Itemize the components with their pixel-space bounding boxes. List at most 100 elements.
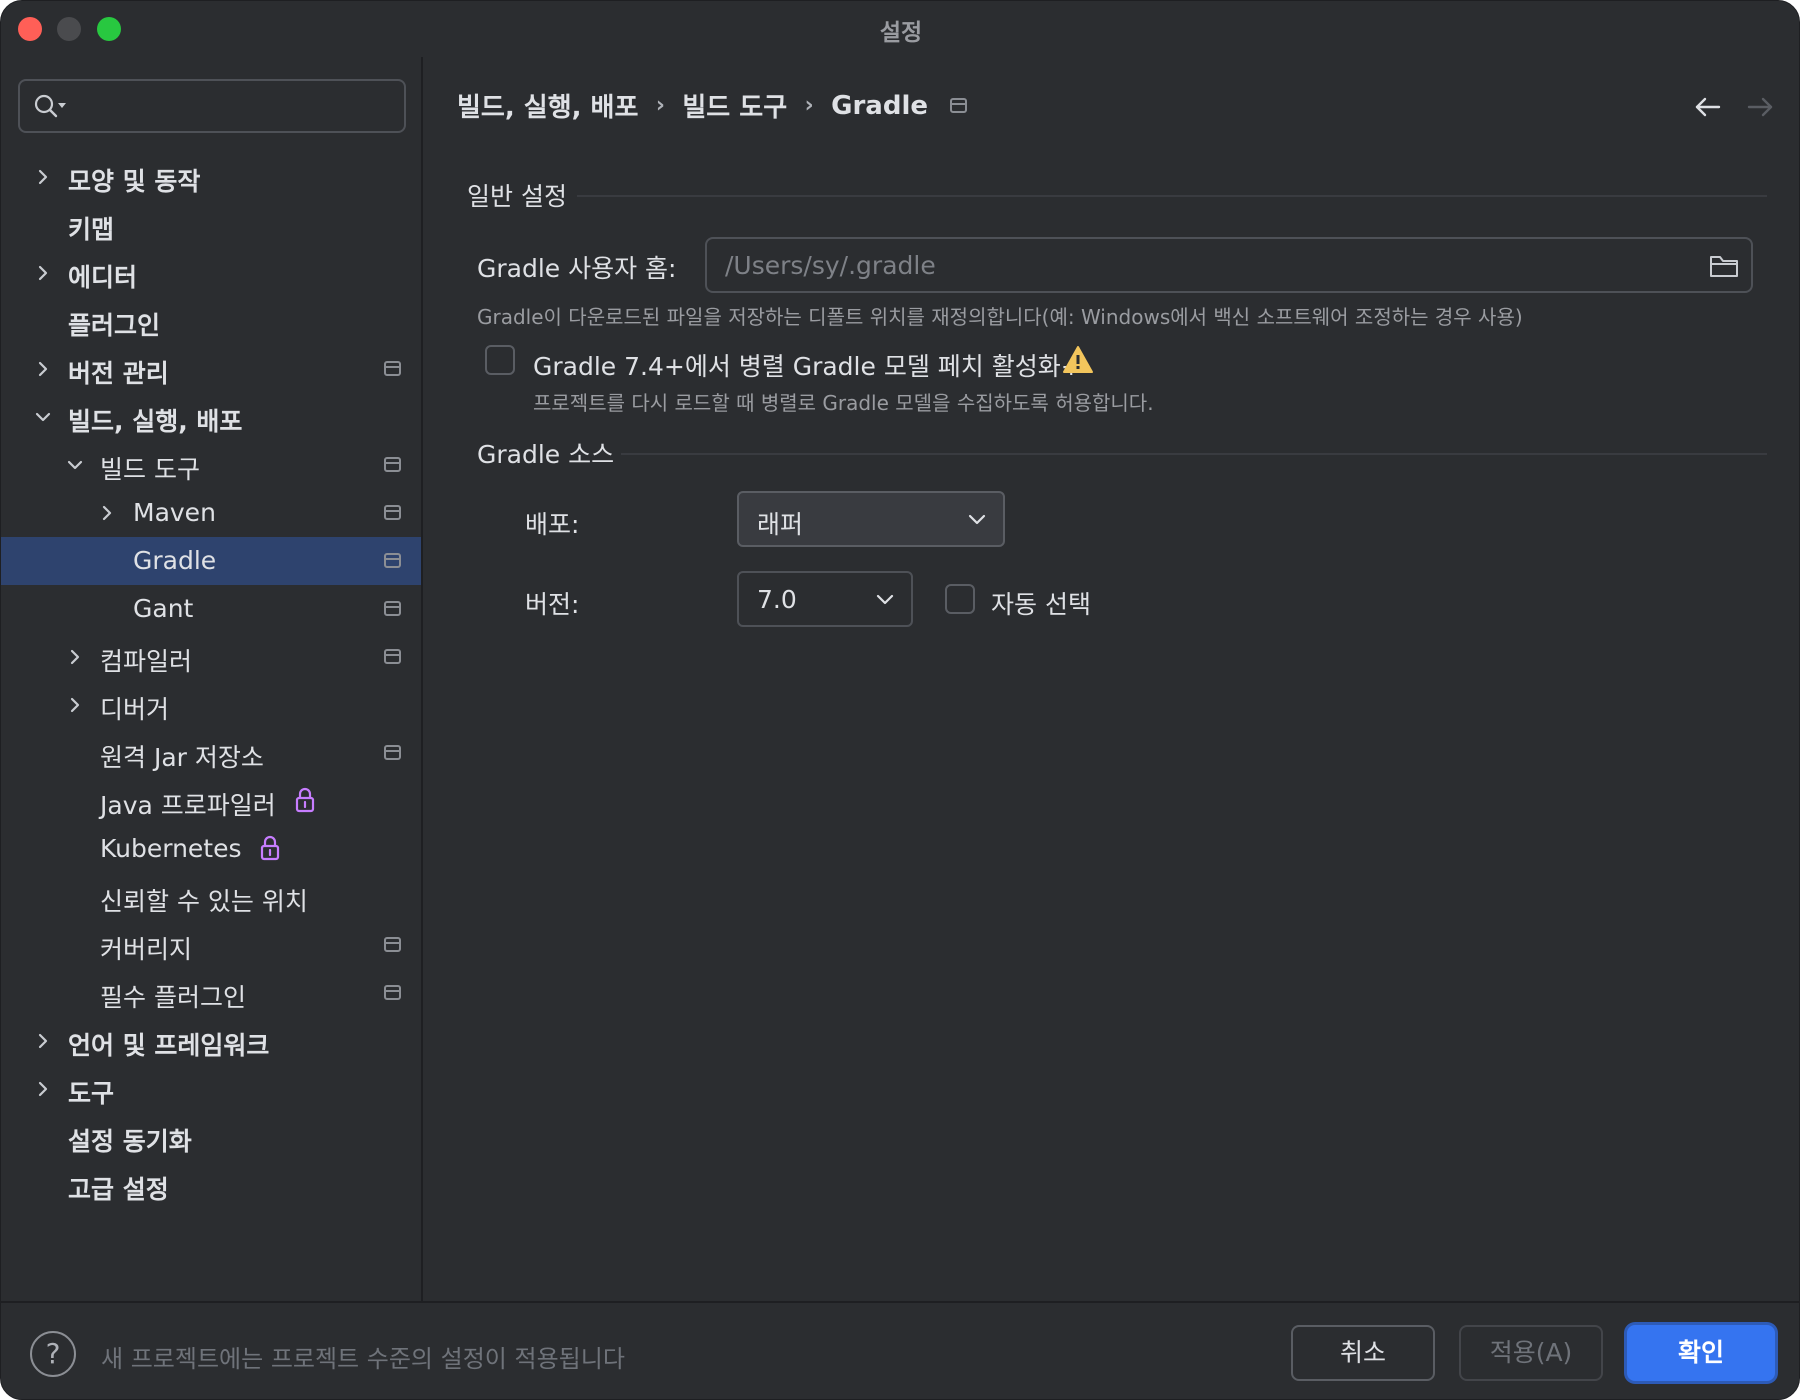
sidebar-item-label: Gradle xyxy=(133,546,217,575)
project-level-icon xyxy=(384,745,401,760)
project-level-icon xyxy=(950,98,967,113)
breadcrumb-item[interactable]: 빌드 도구 xyxy=(682,87,787,124)
gradle-user-home-label: Gradle 사용자 홈: xyxy=(477,254,677,283)
ok-button[interactable]: 확인 xyxy=(1627,1325,1775,1381)
chevron-right-icon[interactable] xyxy=(33,263,53,283)
sidebar-item[interactable]: 디버거 xyxy=(1,681,421,729)
sidebar-item-label: 모양 및 동작 xyxy=(68,167,201,196)
project-level-icon xyxy=(384,361,401,376)
title-bar: 설정 xyxy=(1,1,1799,57)
apply-button[interactable]: 적용(A) xyxy=(1459,1325,1603,1381)
sidebar-item-label: 빌드, 실행, 배포 xyxy=(68,407,243,436)
chevron-right-icon[interactable] xyxy=(97,503,117,523)
chevron-right-icon[interactable] xyxy=(33,167,53,187)
distribution-label: 배포: xyxy=(525,510,580,539)
lock-icon xyxy=(260,835,280,861)
sidebar-item[interactable]: 빌드, 실행, 배포 xyxy=(1,393,421,441)
general-section-title: 일반 설정 xyxy=(467,182,567,211)
sidebar-item-label: 신뢰할 수 있는 위치 xyxy=(100,887,308,916)
chevron-right-icon[interactable] xyxy=(33,1031,53,1051)
lock-icon xyxy=(295,787,315,813)
sidebar-item[interactable]: 원격 Jar 저장소 xyxy=(1,729,421,777)
chevron-down-icon[interactable] xyxy=(33,407,53,427)
sidebar-item-label: Java 프로파일러 xyxy=(100,791,276,820)
version-label: 버전: xyxy=(525,590,580,619)
footer-info-text: 새 프로젝트에는 프로젝트 수준의 설정이 적용됩니다 xyxy=(101,1345,625,1373)
sidebar-item-label: 고급 설정 xyxy=(68,1175,169,1204)
distribution-value: 래퍼 xyxy=(757,510,804,539)
sidebar-item-label: 디버거 xyxy=(100,695,170,724)
project-level-icon xyxy=(384,457,401,472)
settings-content: 빌드, 실행, 배포 › 빌드 도구 › Gradle 일반 설정 Gradle 사용자… xyxy=(425,57,1799,1301)
settings-sidebar: 모양 및 동작키맵에디터플러그인버전 관리빌드, 실행, 배포빌드 도구 Mave… xyxy=(1,57,423,1301)
parallel-model-fetch-hint: 프로젝트를 다시 로드할 때 병렬로 Gradle 모델을 수집하도록 허용합니… xyxy=(533,391,1154,415)
sidebar-item-label: 설정 동기화 xyxy=(68,1127,192,1156)
sidebar-item[interactable]: 빌드 도구 xyxy=(1,441,421,489)
cancel-button[interactable]: 취소 xyxy=(1291,1325,1435,1381)
sidebar-item[interactable]: 컴파일러 xyxy=(1,633,421,681)
auto-select-checkbox[interactable] xyxy=(945,584,975,614)
gradle-source-section-title: Gradle 소스 xyxy=(477,440,615,469)
version-dropdown[interactable]: 7.0 xyxy=(737,571,913,627)
gradle-user-home-value: /Users/sy/.gradle xyxy=(725,251,936,280)
sidebar-item-label: 필수 플러그인 xyxy=(100,983,246,1012)
sidebar-item-label: 플러그인 xyxy=(68,311,161,340)
version-value: 7.0 xyxy=(757,585,797,614)
sidebar-item[interactable]: 언어 및 프레임워크 xyxy=(1,1017,421,1065)
sidebar-item[interactable]: 모양 및 동작 xyxy=(1,153,421,201)
sidebar-item[interactable]: 필수 플러그인 xyxy=(1,969,421,1017)
project-level-icon xyxy=(384,649,401,664)
sidebar-item[interactable]: 에디터 xyxy=(1,249,421,297)
sidebar-item[interactable]: 신뢰할 수 있는 위치 xyxy=(1,873,421,921)
sidebar-item[interactable]: Gradle xyxy=(1,537,421,585)
sidebar-item-label: 키맵 xyxy=(68,215,115,244)
chevron-down-icon[interactable] xyxy=(65,455,85,475)
sidebar-item[interactable]: Java 프로파일러 xyxy=(1,777,421,825)
parallel-model-fetch-checkbox[interactable] xyxy=(485,345,515,375)
parallel-model-fetch-label[interactable]: Gradle 7.4+에서 병렬 Gradle 모델 페치 활성화+ xyxy=(533,347,1082,383)
dialog-footer: ? 새 프로젝트에는 프로젝트 수준의 설정이 적용됩니다 취소 적용(A) 확… xyxy=(1,1301,1799,1399)
sidebar-item-label: 컴파일러 xyxy=(100,647,193,676)
chevron-right-icon[interactable] xyxy=(65,647,85,667)
breadcrumb-item[interactable]: 빌드, 실행, 배포 xyxy=(457,87,638,124)
breadcrumb: 빌드, 실행, 배포 › 빌드 도구 › Gradle xyxy=(457,87,967,127)
window-title: 설정 xyxy=(879,20,923,46)
sidebar-item[interactable]: Gant xyxy=(1,585,421,633)
sidebar-item[interactable]: 플러그인 xyxy=(1,297,421,345)
chevron-right-icon[interactable] xyxy=(33,359,53,379)
sidebar-item-label: Maven xyxy=(133,498,216,527)
sidebar-item[interactable]: 커버리지 xyxy=(1,921,421,969)
sidebar-item[interactable]: 버전 관리 xyxy=(1,345,421,393)
help-button[interactable]: ? xyxy=(30,1331,76,1377)
distribution-dropdown[interactable]: 래퍼 xyxy=(737,491,1005,547)
settings-window: 설정 모양 및 동작 키맵 에디터 플러그인 버전 관리 빌드, 실행, 배포 빌드 도구 M… xyxy=(0,0,1800,1400)
sidebar-item[interactable]: 설정 동기화 xyxy=(1,1113,421,1161)
sidebar-item-label: 언어 및 프레임워크 xyxy=(68,1031,270,1060)
chevron-right-icon[interactable] xyxy=(65,695,85,715)
project-level-icon xyxy=(384,937,401,952)
folder-icon[interactable] xyxy=(1709,253,1739,279)
chevron-down-icon xyxy=(968,514,986,525)
search-icon xyxy=(34,94,66,118)
sidebar-item-label: 원격 Jar 저장소 xyxy=(100,743,264,772)
gradle-user-home-hint: Gradle이 다운로드된 파일을 저장하는 디폴트 위치를 재정의합니다(예:… xyxy=(477,305,1523,329)
settings-search-input[interactable] xyxy=(18,79,406,133)
sidebar-item[interactable]: Kubernetes xyxy=(1,825,421,873)
sidebar-item-label: Gant xyxy=(133,594,194,623)
sidebar-item[interactable]: Maven xyxy=(1,489,421,537)
breadcrumb-separator: › xyxy=(655,93,665,118)
auto-select-label[interactable]: 자동 선택 xyxy=(991,585,1091,621)
project-level-icon xyxy=(384,505,401,520)
sidebar-item[interactable]: 키맵 xyxy=(1,201,421,249)
sidebar-item[interactable]: 고급 설정 xyxy=(1,1161,421,1209)
project-level-icon xyxy=(384,985,401,1000)
section-divider xyxy=(621,453,1767,455)
back-arrow-icon[interactable] xyxy=(1693,93,1723,121)
gradle-user-home-input[interactable]: /Users/sy/.gradle xyxy=(705,237,1753,293)
section-divider xyxy=(577,195,1767,197)
settings-tree: 모양 및 동작키맵에디터플러그인버전 관리빌드, 실행, 배포빌드 도구 Mave… xyxy=(1,153,421,1209)
chevron-right-icon[interactable] xyxy=(33,1079,53,1099)
forward-arrow-icon[interactable] xyxy=(1745,93,1775,121)
sidebar-item[interactable]: 도구 xyxy=(1,1065,421,1113)
sidebar-item-label: 버전 관리 xyxy=(68,359,169,388)
